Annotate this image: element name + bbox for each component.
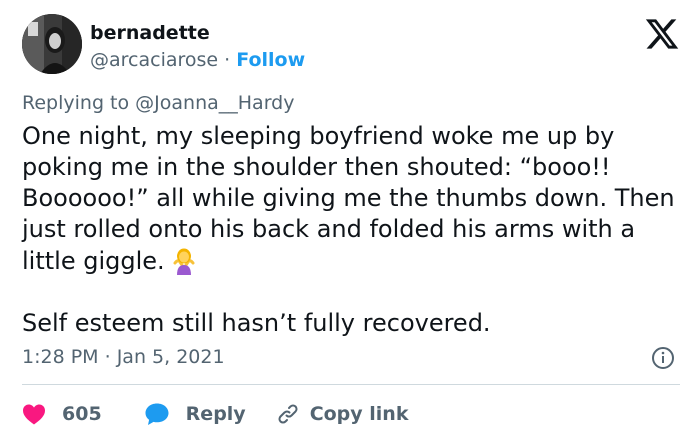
- speech-bubble-icon: [145, 403, 169, 425]
- tweet-paragraph-text: One night, my sleeping boyfriend woke me…: [22, 122, 675, 275]
- replying-to-handle[interactable]: @Joanna__Hardy: [135, 92, 294, 114]
- link-icon: [278, 404, 298, 424]
- action-bar: 605 Reply Copy link: [22, 400, 408, 428]
- copy-link-label: Copy link: [309, 403, 409, 425]
- tweet-paragraph: Self esteem still hasn’t fully recovered…: [22, 309, 491, 337]
- like-count: 605: [62, 403, 102, 425]
- avatar[interactable]: [22, 14, 82, 74]
- separator-dot: ·: [224, 49, 231, 71]
- follow-button[interactable]: Follow: [236, 49, 305, 71]
- tweet-time: 1:28 PM: [22, 346, 99, 368]
- author-handle[interactable]: @arcaciarose: [90, 49, 218, 71]
- replying-prefix: Replying to: [22, 92, 130, 114]
- reply-button[interactable]: Reply: [144, 402, 246, 426]
- person-shrugging-emoji: [169, 245, 199, 275]
- replying-to-line: Replying to @Joanna__Hardy: [22, 92, 294, 114]
- divider: [22, 384, 680, 385]
- heart-icon: [23, 404, 45, 425]
- author-handle-line: @arcaciarose · Follow: [90, 49, 305, 71]
- date-separator: ·: [104, 346, 111, 368]
- tweet-timestamp[interactable]: 1:28 PM · Jan 5, 2021: [22, 346, 225, 368]
- x-logo-icon[interactable]: [644, 16, 680, 52]
- tweet-date: Jan 5, 2021: [116, 346, 225, 368]
- tweet-paragraph: One night, my sleeping boyfriend woke me…: [22, 121, 687, 277]
- reply-label: Reply: [185, 403, 246, 425]
- tweet-body: One night, my sleeping boyfriend woke me…: [22, 121, 687, 339]
- like-button[interactable]: 605: [22, 403, 102, 425]
- author-name[interactable]: bernadette: [90, 22, 210, 44]
- tweet-header: bernadette @arcaciarose · Follow: [22, 14, 680, 80]
- info-icon[interactable]: [651, 346, 675, 370]
- copy-link-button[interactable]: Copy link: [276, 402, 409, 426]
